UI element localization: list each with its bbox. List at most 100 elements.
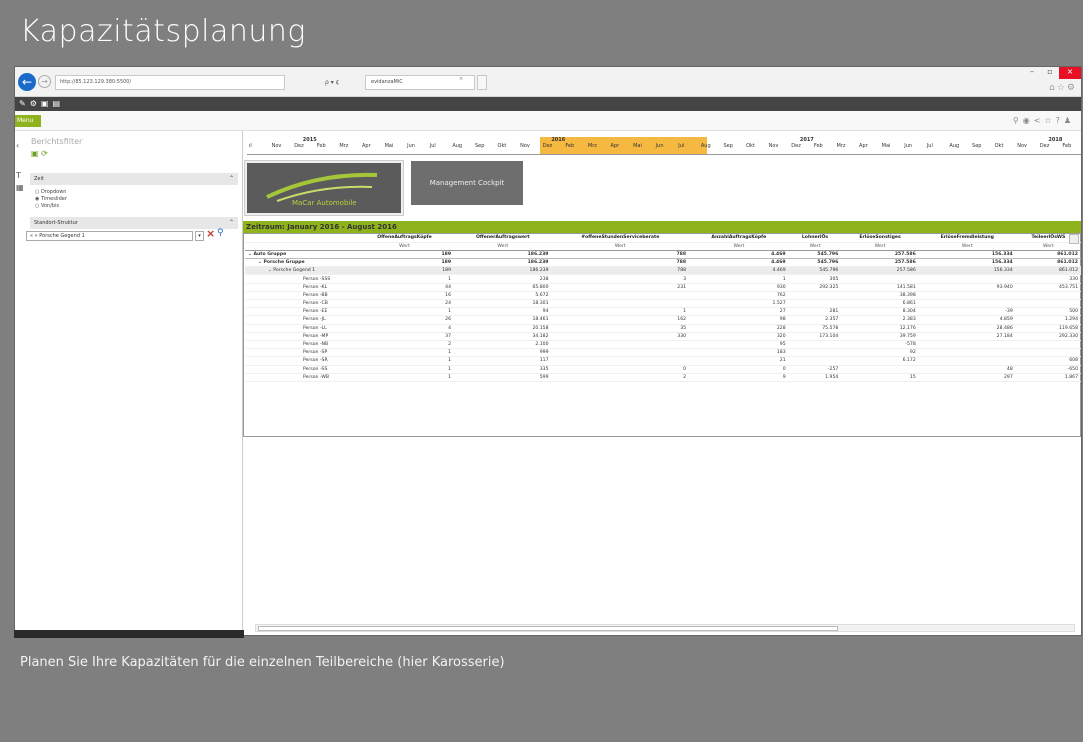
column-header[interactable]: AnzahlAuftragsKöpfe bbox=[689, 234, 789, 243]
company-logo-tile[interactable]: MaCar Automobile bbox=[244, 160, 404, 216]
horizontal-scrollbar[interactable] bbox=[255, 624, 1075, 632]
table-row[interactable]: Person -BB 16 5.672 762 38.398 bbox=[245, 291, 1081, 301]
table-row[interactable]: Person -JL 26 18.461 162 98 2.357 2.383 4.859 1.… bbox=[245, 315, 1081, 325]
timeline-month[interactable]: Mrz bbox=[836, 143, 845, 149]
timeline-month[interactable]: Mrz bbox=[588, 143, 597, 149]
grid-icon[interactable]: ▤ bbox=[52, 99, 64, 108]
timeline-month[interactable]: Jul bbox=[430, 143, 436, 149]
row-label[interactable]: Person -SR bbox=[245, 356, 355, 366]
time-slider[interactable]: ıl Nov Dez Feb Mrz Apr Mai Jun Jul Aug Sep Okt Nov De… bbox=[247, 137, 1081, 157]
row-label[interactable]: Person -CB bbox=[245, 299, 355, 309]
timeline-month[interactable]: Jun bbox=[407, 143, 415, 149]
help-icon[interactable]: ? bbox=[1056, 116, 1064, 125]
column-header[interactable]: ErlöseFremdleistung bbox=[918, 234, 1016, 243]
timeline-month[interactable]: Dez bbox=[543, 143, 553, 149]
timeline-month[interactable]: Apr bbox=[859, 143, 868, 149]
back-button[interactable]: ← bbox=[18, 73, 36, 91]
table-row[interactable]: Person -SR 1 117 21 6.172 608 bbox=[245, 356, 1081, 366]
refresh-icon[interactable]: ⟳ bbox=[41, 149, 48, 158]
row-label[interactable]: Person -SS bbox=[245, 365, 355, 374]
timeline-month[interactable]: Sep bbox=[723, 143, 732, 149]
column-header[interactable]: #offeneStundenServiceberate bbox=[551, 234, 690, 243]
pencil-icon[interactable]: ✎ bbox=[19, 99, 30, 108]
tab-close-icon[interactable]: × bbox=[459, 76, 463, 82]
option-dropdown[interactable]: ○ Dropdown bbox=[35, 189, 66, 195]
timeline-month[interactable]: Jun bbox=[904, 143, 912, 149]
star-icon[interactable]: ☆ bbox=[1044, 116, 1055, 125]
table-row[interactable]: ⌄ Porsche Gruppe 189 186.239 788 4.469 545.79… bbox=[245, 258, 1081, 268]
timeline-month[interactable]: Okt bbox=[498, 143, 507, 149]
forward-button[interactable]: → bbox=[38, 75, 51, 88]
table-row[interactable]: Person -SS 1 335 0 0 -257 48 -650 bbox=[245, 365, 1081, 374]
timeline-month[interactable]: Jun bbox=[656, 143, 664, 149]
timeline-month[interactable]: Jul bbox=[678, 143, 684, 149]
settings-icon[interactable]: ⚙ bbox=[30, 99, 41, 108]
table-row[interactable]: Person -CB 24 18.301 1.527 6.861 bbox=[245, 299, 1081, 309]
row-label[interactable]: Person -EE bbox=[245, 307, 355, 317]
table-row[interactable]: Person -NB 2 2.100 95 -578 bbox=[245, 340, 1081, 350]
timeline-month[interactable]: Dez bbox=[1040, 143, 1050, 149]
timeline-month[interactable]: Okt bbox=[746, 143, 755, 149]
new-tab-button[interactable] bbox=[477, 75, 487, 90]
timeline-month[interactable]: Dez bbox=[294, 143, 304, 149]
apply-icon[interactable]: ▣ bbox=[31, 149, 39, 158]
table-row[interactable]: Person -MP 37 34.182 330 320 173.104 39.759 27.… bbox=[245, 332, 1081, 341]
row-label[interactable]: Person -LL bbox=[245, 324, 355, 333]
menu-button[interactable]: Menu bbox=[15, 115, 41, 127]
user-icon[interactable]: ♟ bbox=[1064, 116, 1075, 125]
timeline-month[interactable]: Mai bbox=[633, 143, 642, 149]
timeline-month[interactable]: Aug bbox=[452, 143, 462, 149]
timeline-month[interactable]: Nov bbox=[520, 143, 530, 149]
row-label[interactable]: Person -SSS bbox=[245, 274, 355, 284]
timeline-month[interactable]: Nov bbox=[769, 143, 779, 149]
filter-icon[interactable]: T bbox=[16, 171, 21, 180]
table-row[interactable]: Person -WB 1 599 2 9 1.954 15 297 1.867 bbox=[245, 373, 1081, 382]
timeline-month[interactable]: Feb bbox=[814, 143, 823, 149]
row-label[interactable]: Person -SP bbox=[245, 348, 355, 358]
search-icon[interactable]: ⚲ bbox=[1013, 116, 1023, 125]
column-header[interactable]: OffenerAuftragswert bbox=[454, 234, 552, 243]
timeline-month[interactable]: Feb bbox=[565, 143, 574, 149]
column-settings-button[interactable] bbox=[1069, 234, 1079, 244]
structure-filter-input[interactable]: « » Porsche Gegend 1 bbox=[26, 231, 193, 241]
collapse-icon[interactable]: ‹ bbox=[16, 141, 19, 150]
row-label[interactable]: ⌄ Porsche Gegend 1 bbox=[245, 266, 355, 276]
column-header[interactable]: LohnerlÖs bbox=[788, 234, 842, 243]
layout-icon[interactable]: ▦ bbox=[16, 183, 24, 192]
table-row[interactable]: Person -LL 4 20.158 35 228 75.578 12.176 28.486… bbox=[245, 324, 1081, 333]
table-row[interactable]: ⌄ Porsche Gegend 1 189 186.239 788 4.469 545.… bbox=[245, 266, 1081, 276]
table-row[interactable]: Person -KL 44 65.800 231 930 292.325 141.581 93… bbox=[245, 283, 1081, 292]
row-label[interactable]: ⌄ Auto Gruppe bbox=[245, 250, 355, 260]
share-icon[interactable]: < bbox=[1034, 116, 1045, 125]
column-header[interactable]: OffeneAuftragsKöpfe bbox=[355, 234, 455, 243]
timeline-month[interactable]: Sep bbox=[475, 143, 484, 149]
address-bar[interactable]: http://85.123.129.380:5500/ bbox=[55, 75, 285, 90]
timeline-month[interactable]: Feb bbox=[1062, 143, 1071, 149]
timeline-month[interactable]: Aug bbox=[949, 143, 959, 149]
timeline-month[interactable]: Mai bbox=[385, 143, 394, 149]
option-timeslider[interactable]: ◉ Timeslider bbox=[35, 196, 67, 202]
scrollbar-thumb[interactable] bbox=[258, 626, 838, 631]
section-time[interactable]: Zeit ⌃ bbox=[30, 173, 238, 185]
row-label[interactable]: ⌄ Porsche Gruppe bbox=[245, 258, 355, 268]
timeline-month[interactable]: Feb bbox=[317, 143, 326, 149]
option-vonbis[interactable]: ○ Von/bis bbox=[35, 203, 59, 209]
clear-icon[interactable]: × bbox=[206, 227, 215, 240]
timeline-month[interactable]: Apr bbox=[611, 143, 620, 149]
column-header[interactable]: ErlöseSonstiges bbox=[841, 234, 919, 243]
row-label[interactable]: Person -BB bbox=[245, 291, 355, 301]
save-icon[interactable]: ▣ bbox=[41, 99, 53, 108]
maximize-button[interactable]: ▫ bbox=[1041, 67, 1059, 79]
row-label[interactable]: Person -WB bbox=[245, 373, 355, 382]
timeline-month[interactable]: ıl bbox=[249, 143, 252, 149]
timeline-month[interactable]: Mai bbox=[882, 143, 891, 149]
close-window-button[interactable]: × bbox=[1059, 67, 1081, 79]
search-icon[interactable]: ⚲ bbox=[217, 228, 224, 238]
row-label[interactable]: Person -MP bbox=[245, 332, 355, 341]
timeline-month[interactable]: Jul bbox=[927, 143, 933, 149]
timeline-month[interactable]: Nov bbox=[1017, 143, 1027, 149]
timeline-month[interactable]: Okt bbox=[995, 143, 1004, 149]
address-controls[interactable]: ρ ▾ ¢ bbox=[325, 79, 339, 86]
table-row[interactable]: Person -EE 1 94 1 27 281 8.304 -39 500 bbox=[245, 307, 1081, 317]
browser-icons[interactable]: ⌂☆⚙ bbox=[1049, 83, 1077, 93]
